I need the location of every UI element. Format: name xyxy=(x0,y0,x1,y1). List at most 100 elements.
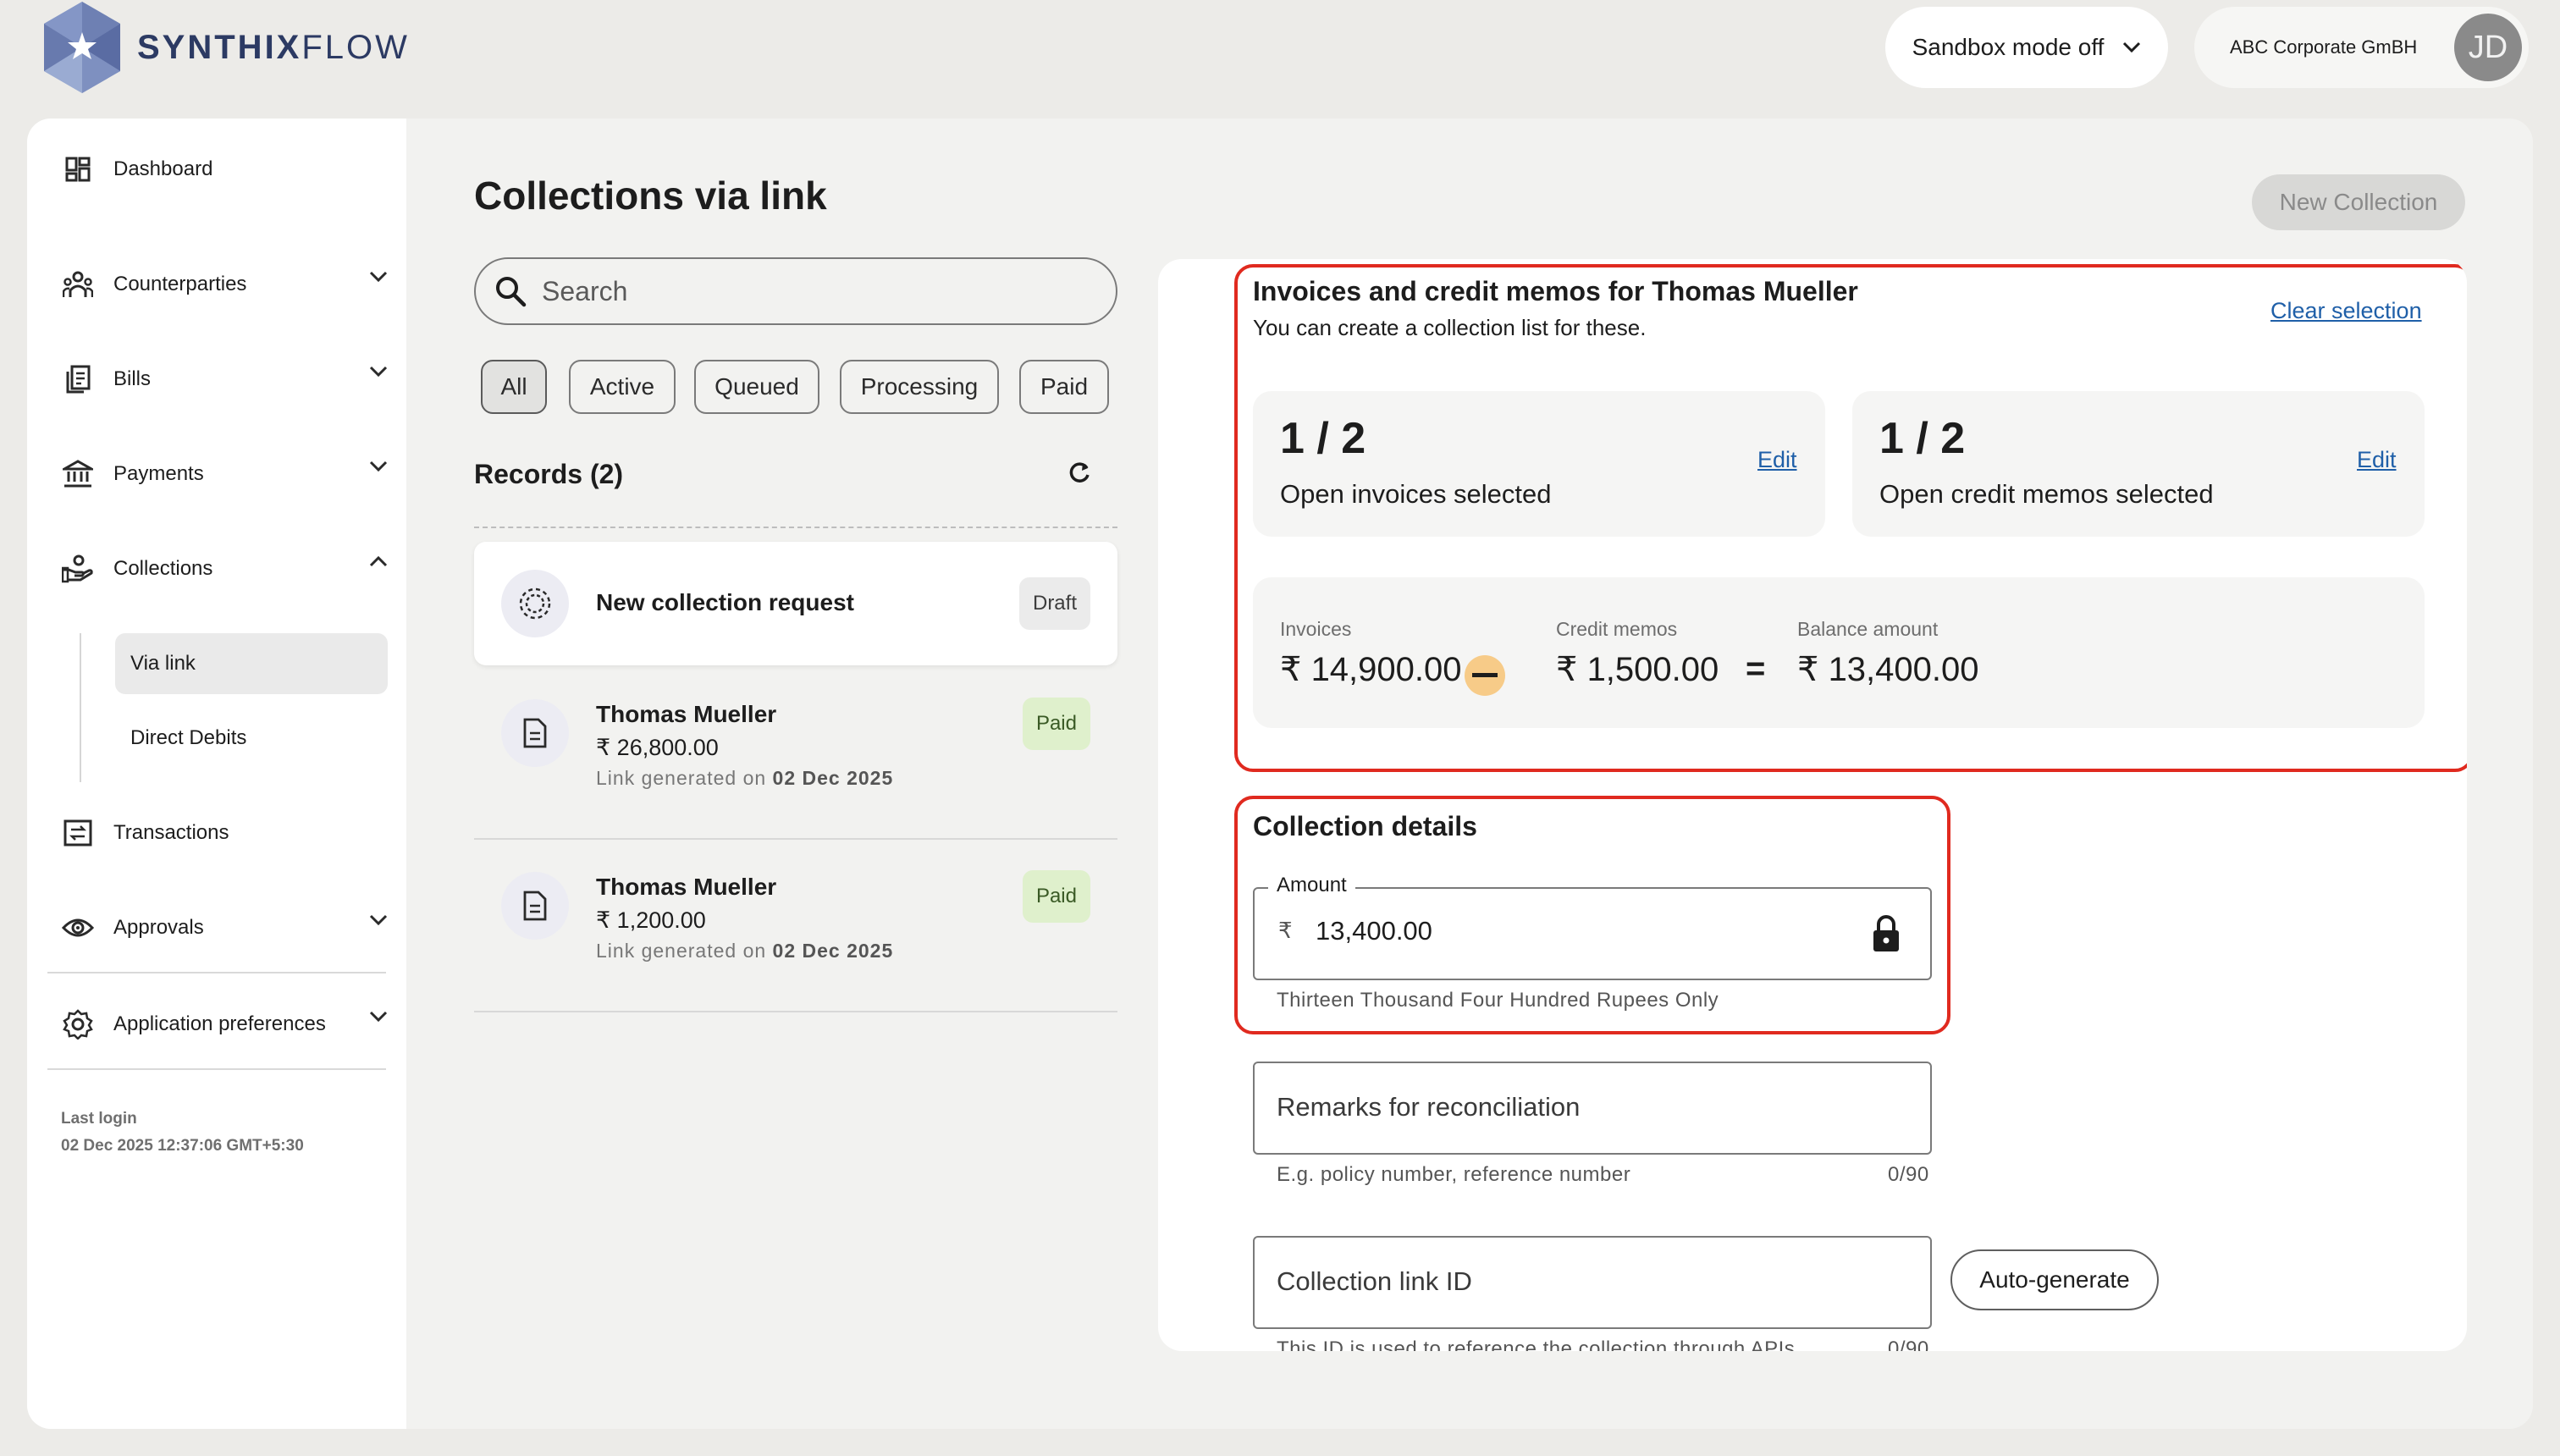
draft-record-card[interactable]: New collection request Draft xyxy=(474,542,1117,665)
amount-field[interactable]: Amount ₹ 13,400.00 xyxy=(1253,874,1932,980)
filter-chip-processing[interactable]: Processing xyxy=(840,360,999,414)
sidebar-item-transactions[interactable]: Transactions xyxy=(61,803,403,863)
sandbox-label: Sandbox mode off xyxy=(1912,34,2105,60)
invoice-section-subtitle: You can create a collection list for the… xyxy=(1253,315,1647,340)
credit-memos-selected-count: 1 / 2 xyxy=(1879,414,1966,463)
invoices-selected-label: Open invoices selected xyxy=(1280,479,1552,509)
status-badge: Paid xyxy=(1022,698,1090,750)
sidebar-divider xyxy=(47,972,386,973)
refresh-icon[interactable] xyxy=(1067,461,1092,486)
collection-link-id-char-count: 0/90 xyxy=(1888,1337,1929,1351)
credit-memos-total-value: ₹ 1,500.00 xyxy=(1556,651,1719,688)
sidebar-subitem-via-link[interactable]: Via link xyxy=(115,633,388,694)
filter-chip-all[interactable]: All xyxy=(481,360,547,414)
logo-icon xyxy=(44,2,120,93)
bank-icon xyxy=(61,457,95,491)
currency-symbol: ₹ xyxy=(1278,918,1293,943)
brand-logo[interactable]: SYNTHIXFLOW xyxy=(39,0,410,95)
chevron-down-icon xyxy=(2123,41,2141,53)
collection-link-id-placeholder: Collection link ID xyxy=(1277,1266,1472,1296)
document-icon xyxy=(501,699,569,767)
sidebar-item-label: Bills xyxy=(113,367,152,390)
sidebar-subitem-label: Direct Debits xyxy=(130,726,247,749)
amount-in-words: Thirteen Thousand Four Hundred Rupees On… xyxy=(1277,989,1719,1012)
app-shell: Dashboard Counterparties Bills Payments … xyxy=(27,119,2533,1429)
sidebar-subitem-direct-debits[interactable]: Direct Debits xyxy=(115,708,388,769)
new-collection-button[interactable]: New Collection xyxy=(2252,174,2465,230)
record-generated-date: Link generated on 02 Dec 2025 xyxy=(596,767,894,789)
sidebar-item-dashboard[interactable]: Dashboard xyxy=(61,140,403,199)
invoices-total-label: Invoices xyxy=(1280,618,1352,640)
draft-title: New collection request xyxy=(596,589,854,615)
search-input[interactable]: Search xyxy=(474,257,1117,325)
credit-memos-total-label: Credit memos xyxy=(1556,618,1678,640)
minus-icon xyxy=(1465,655,1505,696)
sidebar-item-label: Transactions xyxy=(113,821,229,844)
balance-amount-label: Balance amount xyxy=(1797,618,1939,640)
balance-amount-value: ₹ 13,400.00 xyxy=(1797,651,1979,688)
last-login-label: Last login xyxy=(61,1110,137,1128)
eye-icon xyxy=(61,911,95,945)
sidebar-item-label: Dashboard xyxy=(113,157,213,180)
table-row[interactable]: Thomas Mueller ₹ 26,800.00 Link generate… xyxy=(474,667,1117,840)
chevron-down-icon xyxy=(369,461,388,472)
chevron-up-icon xyxy=(369,555,388,567)
status-badge: Paid xyxy=(1022,870,1090,923)
brand-name: SYNTHIXFLOW xyxy=(137,28,410,66)
sidebar-item-application-preferences[interactable]: Application preferences xyxy=(61,995,403,1054)
edit-credit-memos-link[interactable]: Edit xyxy=(2357,447,2397,473)
sidebar-item-collections[interactable]: Collections xyxy=(61,539,403,598)
credit-memos-selected-card: 1 / 2 Open credit memos selected Edit xyxy=(1852,391,2425,537)
sidebar-item-label: Payments xyxy=(113,462,204,485)
collection-link-id-input[interactable]: Collection link ID xyxy=(1253,1236,1932,1329)
sidebar-item-bills[interactable]: Bills xyxy=(61,350,403,409)
sidebar-item-label: Approvals xyxy=(113,916,204,939)
submenu-guide xyxy=(80,633,81,782)
collections-icon xyxy=(61,552,95,586)
remarks-placeholder: Remarks for reconciliation xyxy=(1277,1092,1581,1122)
page-title: Collections via link xyxy=(474,174,827,218)
remarks-input[interactable]: Remarks for reconciliation xyxy=(1253,1062,1932,1155)
sidebar-item-label: Collections xyxy=(113,557,213,580)
filter-chip-active[interactable]: Active xyxy=(569,360,676,414)
table-row[interactable]: Thomas Mueller ₹ 1,200.00 Link generated… xyxy=(474,840,1117,1012)
record-name: Thomas Mueller xyxy=(596,874,777,900)
record-amount: ₹ 26,800.00 xyxy=(596,735,719,760)
collection-detail-panel: Invoices and credit memos for Thomas Mue… xyxy=(1158,259,2467,1351)
company-name: ABC Corporate GmBH xyxy=(2230,36,2418,58)
document-icon xyxy=(501,872,569,940)
balance-summary-card: Invoices ₹ 14,900.00 Credit memos ₹ 1,50… xyxy=(1253,577,2425,728)
draft-icon xyxy=(501,570,569,637)
edit-invoices-link[interactable]: Edit xyxy=(1757,447,1797,473)
remarks-helper: E.g. policy number, reference number xyxy=(1277,1163,1631,1186)
gear-icon xyxy=(61,1007,95,1041)
people-icon xyxy=(61,267,95,301)
transactions-icon xyxy=(61,816,95,850)
sidebar-item-approvals[interactable]: Approvals xyxy=(61,898,403,957)
amount-value: 13,400.00 xyxy=(1316,916,1432,946)
record-amount: ₹ 1,200.00 xyxy=(596,907,706,933)
sidebar-item-label: Application preferences xyxy=(113,1012,326,1035)
auto-generate-button[interactable]: Auto-generate xyxy=(1950,1249,2159,1310)
invoices-selected-count: 1 / 2 xyxy=(1280,414,1366,463)
account-menu[interactable]: ABC Corporate GmBH JD xyxy=(2194,7,2529,88)
sidebar-item-payments[interactable]: Payments xyxy=(61,444,403,504)
sandbox-mode-dropdown[interactable]: Sandbox mode off xyxy=(1885,7,2168,88)
clear-selection-link[interactable]: Clear selection xyxy=(2270,298,2422,324)
chevron-down-icon xyxy=(369,271,388,283)
records-divider xyxy=(474,527,1117,528)
filter-chip-queued[interactable]: Queued xyxy=(694,360,819,414)
chevron-down-icon xyxy=(369,914,388,926)
amount-label: Amount xyxy=(1268,874,1355,897)
remarks-char-count: 0/90 xyxy=(1888,1163,1929,1186)
avatar[interactable]: JD xyxy=(2454,14,2522,81)
last-login-value: 02 Dec 2025 12:37:06 GMT+5:30 xyxy=(61,1137,304,1155)
search-placeholder: Search xyxy=(542,275,628,306)
filter-chip-paid[interactable]: Paid xyxy=(1019,360,1109,414)
sidebar: Dashboard Counterparties Bills Payments … xyxy=(27,119,406,1429)
sidebar-item-counterparties[interactable]: Counterparties xyxy=(61,255,403,314)
bills-icon xyxy=(61,362,95,396)
record-name: Thomas Mueller xyxy=(596,701,777,727)
invoice-section-title: Invoices and credit memos for Thomas Mue… xyxy=(1253,276,1858,306)
collection-link-id-helper: This ID is used to reference the collect… xyxy=(1277,1337,1796,1351)
